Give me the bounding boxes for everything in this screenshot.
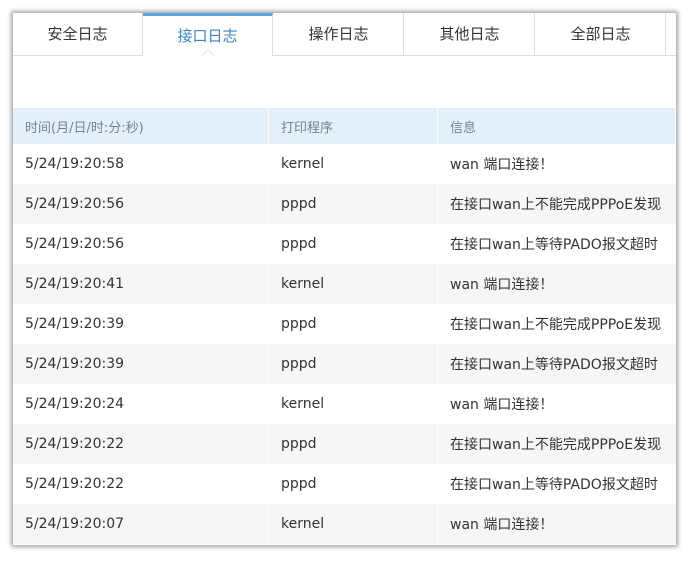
table-row: 5/24/19:20:22 pppd 在接口wan上等待PADO报文超时 <box>13 464 676 504</box>
cell-time: 5/24/19:20:22 <box>13 424 269 464</box>
cell-time: 5/24/19:20:58 <box>13 144 269 184</box>
cell-info: 在接口wan上不能完成PPPoE发现 <box>450 437 662 453</box>
table-row: 5/24/19:20:22 pppd 在接口wan上不能完成PPPoE发现 <box>13 424 676 464</box>
table-row: 5/24/19:20:41 kernel wan 端口连接！ <box>13 264 676 304</box>
tab-label: 其他日志 <box>439 25 500 43</box>
table-row: 5/24/19:20:07 kernel wan 端口连接！ <box>13 504 676 544</box>
table-row: 5/24/19:20:24 kernel wan 端口连接！ <box>13 384 676 424</box>
cell-time: 5/24/19:20:39 <box>13 344 269 384</box>
cell-program: pppd <box>269 304 438 344</box>
log-table: 时间(月/日/时:分:秒) 打印程序 信息 5/24/19:20:58 kern… <box>13 108 676 544</box>
cell-program: pppd <box>269 344 438 384</box>
cell-info: 在接口wan上等待PADO报文超时 <box>450 477 658 493</box>
table-header-row: 时间(月/日/时:分:秒) 打印程序 信息 <box>13 108 676 144</box>
tab-other-log[interactable]: 其他日志 <box>405 13 535 55</box>
active-tab-caret-icon <box>201 49 215 56</box>
cell-time: 5/24/19:20:22 <box>13 464 269 504</box>
log-window: 安全日志 接口日志 操作日志 其他日志 全部日志 时间(月/日/时:分:秒) 打… <box>13 13 676 545</box>
tab-label: 接口日志 <box>177 27 238 45</box>
table-row: 5/24/19:20:58 kernel wan 端口连接！ <box>13 144 676 184</box>
tab-all-log[interactable]: 全部日志 <box>536 13 666 55</box>
tab-interface-log[interactable]: 接口日志 <box>143 13 273 56</box>
table-row: 5/24/19:20:56 pppd 在接口wan上不能完成PPPoE发现 <box>13 184 676 224</box>
cell-time: 5/24/19:20:39 <box>13 304 269 344</box>
tab-label: 安全日志 <box>47 25 108 43</box>
tab-security-log[interactable]: 安全日志 <box>13 13 143 55</box>
table-row: 5/24/19:20:39 pppd 在接口wan上不能完成PPPoE发现 <box>13 304 676 344</box>
cell-time: 5/24/19:20:56 <box>13 184 269 224</box>
cell-info: wan 端口连接！ <box>450 397 554 413</box>
cell-time: 5/24/19:20:07 <box>13 504 269 544</box>
table-row: 5/24/19:20:39 pppd 在接口wan上等待PADO报文超时 <box>13 344 676 384</box>
log-tab-bar: 安全日志 接口日志 操作日志 其他日志 全部日志 <box>13 13 676 56</box>
cell-info: 在接口wan上等待PADO报文超时 <box>450 237 658 253</box>
cell-program: kernel <box>269 144 438 184</box>
cell-info: 在接口wan上不能完成PPPoE发现 <box>450 197 662 213</box>
tab-label: 全部日志 <box>570 25 631 43</box>
cell-program: pppd <box>269 184 438 224</box>
cell-info: 在接口wan上等待PADO报文超时 <box>450 357 658 373</box>
cell-program: pppd <box>269 424 438 464</box>
cell-info: wan 端口连接！ <box>450 277 554 293</box>
column-header-time[interactable]: 时间(月/日/时:分:秒) <box>13 108 269 144</box>
cell-time: 5/24/19:20:41 <box>13 264 269 304</box>
cell-info: wan 端口连接！ <box>450 517 554 533</box>
cell-info: wan 端口连接！ <box>450 157 554 173</box>
cell-program: pppd <box>269 224 438 264</box>
cell-program: kernel <box>269 504 438 544</box>
cell-program: kernel <box>269 384 438 424</box>
cell-program: pppd <box>269 464 438 504</box>
cell-info: 在接口wan上不能完成PPPoE发现 <box>450 317 662 333</box>
tab-label: 操作日志 <box>308 25 369 43</box>
cell-time: 5/24/19:20:24 <box>13 384 269 424</box>
table-row: 5/24/19:20:56 pppd 在接口wan上等待PADO报文超时 <box>13 224 676 264</box>
cell-time: 5/24/19:20:56 <box>13 224 269 264</box>
cell-program: kernel <box>269 264 438 304</box>
tab-operation-log[interactable]: 操作日志 <box>274 13 404 55</box>
column-header-program[interactable]: 打印程序 <box>269 108 438 144</box>
column-header-info[interactable]: 信息 <box>438 108 676 144</box>
